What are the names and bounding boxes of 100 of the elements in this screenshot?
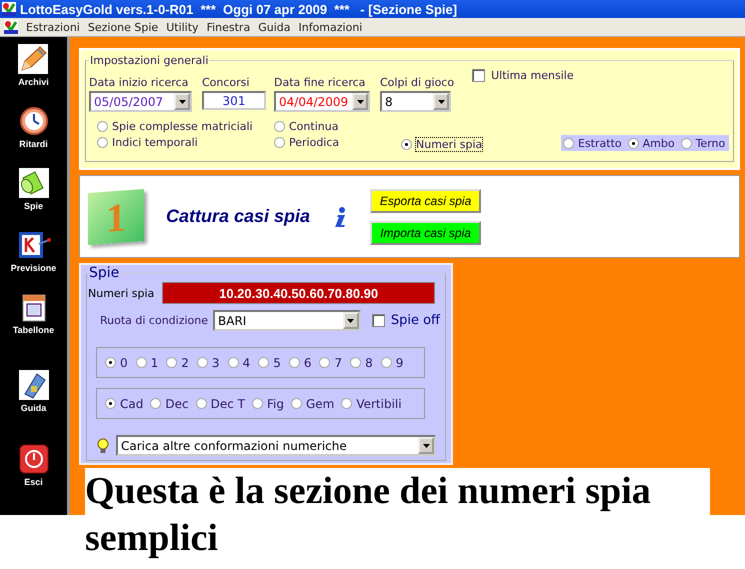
checkbox[interactable] [372, 314, 385, 327]
field-label: Concorsi [202, 76, 250, 89]
radio-label: Vertibili [356, 396, 402, 410]
radio-button[interactable] [105, 357, 116, 368]
field-label: Data inizio ricerca [89, 76, 190, 89]
number-field[interactable]: 301 [202, 91, 266, 110]
radio-label: 0 [120, 356, 128, 370]
field-label: Colpi di gioco [380, 76, 454, 89]
radio-button[interactable] [274, 120, 285, 132]
sidebar-label[interactable]: Esci [24, 477, 43, 487]
number-dropdown[interactable]: 8 [380, 91, 451, 112]
field-label: Ruota di condizione [100, 314, 208, 327]
spy-numbers-field[interactable]: 10.20.30.40.50.60.70.80.90 [162, 282, 435, 304]
radio-label: Terno [696, 136, 726, 150]
radio-label: 4 [242, 356, 250, 370]
radio-label: Fig [266, 396, 284, 410]
radio-label: Dec T [210, 396, 245, 410]
app-logo-icon [2, 2, 16, 16]
radio-button[interactable] [228, 357, 239, 368]
wheel-dropdown[interactable]: BARI [213, 310, 361, 331]
radio-label: 3 [212, 356, 220, 370]
window-title: LottoEasyGold vers.1-0-R01 *** Oggi 07 apr 2009 *** - [Sezione Spie] [20, 2, 458, 16]
board-icon[interactable] [16, 230, 50, 260]
group-title: Impostazioni generali [89, 54, 210, 67]
radio-button[interactable] [166, 357, 178, 368]
radio-label: Spie complesse matriciali [112, 120, 253, 132]
radio-button[interactable] [274, 136, 285, 148]
group-title: Spie [88, 265, 120, 281]
radio-label: Dec [165, 396, 189, 410]
radio-button[interactable] [341, 398, 352, 409]
checkbox-label: Ultima mensile [491, 69, 574, 82]
date-dropdown[interactable]: 05/05/2007 [89, 91, 192, 112]
power-icon[interactable] [18, 444, 48, 474]
book-icon[interactable] [18, 370, 48, 400]
checkbox[interactable] [472, 69, 486, 82]
banner-title: Cattura casi spia [166, 206, 310, 227]
menu-item[interactable]: Utility [166, 20, 199, 34]
sidebar-label[interactable]: Archivi [18, 77, 49, 87]
sidebar-label[interactable]: Previsione [10, 263, 56, 273]
caret-icon [347, 318, 354, 322]
radio-button[interactable] [680, 138, 692, 148]
menu-item[interactable]: Infomazioni [298, 20, 362, 34]
menu-item[interactable]: Guida [258, 20, 290, 34]
radio-label: Cad [120, 396, 144, 410]
radio-label: Numeri spia [416, 138, 482, 150]
clock-icon[interactable] [18, 106, 48, 136]
radio-button[interactable] [288, 357, 300, 368]
radio-button[interactable] [97, 120, 108, 132]
checkbox-label: Spie off [390, 313, 440, 328]
sidebar-label[interactable]: Tabellone [12, 325, 54, 335]
radio-button[interactable] [252, 398, 263, 409]
radio-label: Indici temporali [112, 136, 198, 148]
radio-button[interactable] [136, 357, 147, 368]
menu-item[interactable]: Finestra [206, 20, 250, 34]
caret-icon [422, 444, 430, 448]
menu-item[interactable]: Sezione Spie [88, 20, 158, 34]
radio-label: 8 [365, 356, 373, 370]
pencil-icon[interactable] [18, 44, 48, 74]
number-badge: 1 [88, 188, 144, 244]
light-bulb-icon [96, 438, 110, 454]
radio-label: Ambo [642, 136, 675, 150]
sidebar-label[interactable]: Ritardi [19, 139, 48, 149]
field-label: Numeri spia [88, 286, 154, 300]
radio-button[interactable] [563, 138, 574, 148]
radio-button[interactable] [196, 398, 207, 409]
radio-label: 9 [396, 356, 404, 370]
radio-label: Gem [306, 396, 334, 410]
caret-icon [356, 100, 364, 104]
app-logo-icon [4, 20, 18, 34]
radio-button[interactable] [290, 398, 302, 409]
radio-button[interactable] [350, 357, 362, 368]
sidebar-label[interactable]: Guida [20, 403, 46, 413]
radio-button[interactable] [401, 138, 412, 150]
caret-icon [178, 100, 186, 104]
radio-label: Periodica [289, 136, 340, 148]
export-button[interactable]: Esporta casi spia [370, 188, 482, 212]
radio-label: 5 [273, 356, 281, 370]
radio-button[interactable] [319, 357, 330, 368]
radio-button[interactable] [628, 138, 639, 148]
conformation-dropdown[interactable]: Carica altre conformazioni numeriche [116, 435, 436, 456]
radio-label: Continua [289, 120, 338, 132]
radio-button[interactable] [380, 357, 392, 368]
radio-label: 1 [150, 356, 158, 370]
sidebar-label[interactable]: Spie [24, 201, 43, 211]
radio-label: Estratto [578, 136, 622, 150]
radio-label: 7 [334, 356, 342, 370]
radio-button[interactable] [196, 357, 208, 368]
radio-label: 2 [181, 356, 189, 370]
caret-icon [438, 100, 444, 104]
radio-button[interactable] [105, 398, 116, 409]
field-label: Data fine ricerca [274, 76, 366, 89]
radio-button[interactable] [97, 136, 108, 148]
radio-label: 6 [304, 356, 312, 370]
flashlight-icon[interactable] [18, 168, 48, 198]
date-dropdown[interactable]: 04/04/2009 [274, 91, 370, 112]
import-button[interactable]: Importa casi spia [370, 220, 482, 244]
radio-button[interactable] [258, 357, 270, 368]
calendar-icon[interactable] [22, 292, 46, 322]
radio-button[interactable] [150, 398, 162, 409]
menu-item[interactable]: Estrazioni [26, 20, 80, 34]
